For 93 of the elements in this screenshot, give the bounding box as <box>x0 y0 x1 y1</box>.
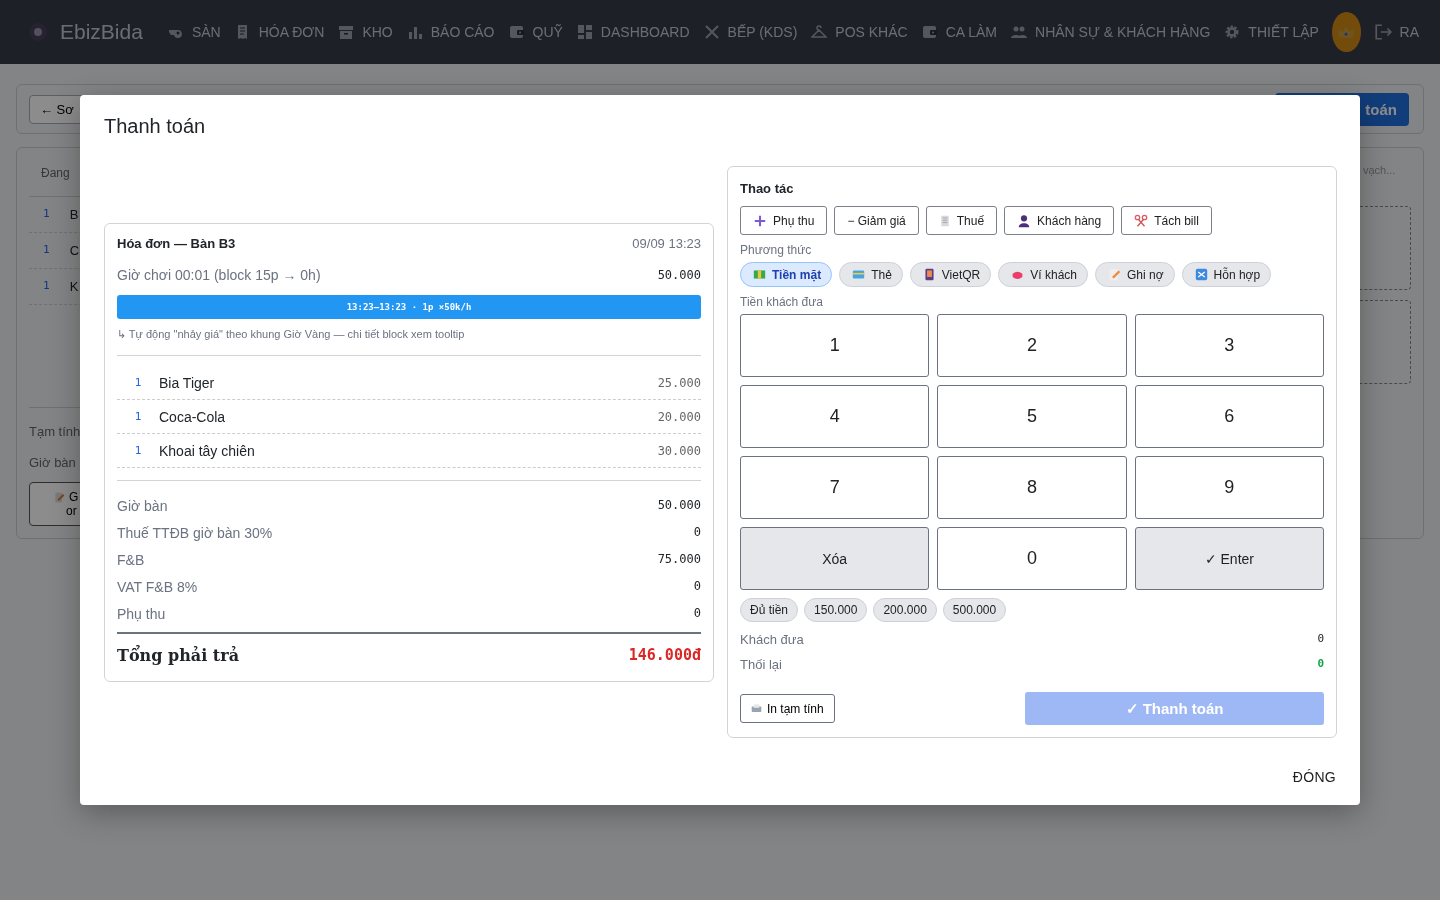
payment-method[interactable]: Ví khách <box>998 262 1088 287</box>
person-icon <box>1017 213 1032 228</box>
action-button[interactable]: Khách hàng <box>1004 206 1115 235</box>
given-amount: 0 <box>1317 632 1324 647</box>
keypad-key[interactable]: 5 <box>937 385 1127 448</box>
subtotal-label: Tạm tính <box>29 424 82 439</box>
action-button[interactable]: Phụ thu <box>740 206 828 235</box>
archive-box-icon <box>338 24 355 40</box>
card-icon <box>852 268 866 281</box>
avatar[interactable] <box>1331 12 1361 52</box>
change-label: Thối lại <box>740 657 782 672</box>
cash-icon <box>753 268 766 281</box>
section-label: Tiền khách đưa <box>740 295 824 309</box>
keypad-key[interactable]: ✓ Enter <box>1134 527 1324 590</box>
logout-icon <box>1373 23 1392 41</box>
item-price: 30.000 <box>657 443 701 458</box>
payment-method[interactable]: Tiền mặt <box>740 262 833 287</box>
dashboard-icon <box>576 24 593 40</box>
plus-icon <box>753 213 767 228</box>
action-button[interactable]: Thuế <box>925 206 998 235</box>
item-name: Coca-Cola <box>159 408 227 425</box>
keypad-key[interactable]: 0 <box>937 527 1127 590</box>
bar-chart-icon <box>406 24 423 40</box>
scissors-icon <box>1134 213 1149 228</box>
summary-label: Phụ thu <box>117 605 166 622</box>
play-time: Giờ chơi 00:01 (block 15p → 0h) <box>117 266 321 283</box>
given-label: Khách đưa <box>740 632 804 647</box>
people-icon <box>1011 24 1028 40</box>
keypad-key[interactable]: 7 <box>740 456 930 519</box>
quantity: 1 <box>43 279 50 294</box>
payment-method[interactable]: Hỗn hợp <box>1181 262 1272 287</box>
item-name: B <box>69 207 79 222</box>
keypad-key[interactable]: Xóa <box>740 527 930 590</box>
printer-icon <box>751 703 762 714</box>
summary-label: F&B <box>117 551 145 568</box>
section-title: Thao tác <box>740 181 795 196</box>
change-amount: 0 <box>1317 657 1324 672</box>
payment-method[interactable]: Ghi nợ <box>1095 262 1175 287</box>
play-amount: 50.000 <box>657 267 701 282</box>
document-icon <box>938 213 951 228</box>
section-label: Phương thức <box>740 243 813 257</box>
quantity: 1 <box>133 410 143 423</box>
summary-label: Giờ bàn <box>117 497 168 514</box>
summary-label: VAT F&B 8% <box>117 578 198 595</box>
wallet-icon <box>921 24 938 40</box>
quick-amount[interactable]: 200.000 <box>873 598 937 622</box>
dialog-title: Thanh toán <box>104 115 207 138</box>
item-price: 25.000 <box>657 375 701 390</box>
gear-icon <box>1224 24 1241 40</box>
table-time-label: Giờ bàn <box>29 455 77 470</box>
quantity: 1 <box>133 376 143 389</box>
memo-icon <box>54 491 65 503</box>
pricing-note: ↳ Tự động "nhảy giá" theo khung Giờ Vàng — chi tiết block xem tooltip <box>117 327 701 356</box>
item-name: Khoai tây chiên <box>159 442 256 459</box>
bill-title: Hóa đơn — Bàn B3 <box>117 235 236 251</box>
wallet-icon <box>508 24 525 40</box>
total-amount: 146.000đ <box>628 646 701 664</box>
quick-amount[interactable]: 150.000 <box>804 598 868 622</box>
print-button[interactable]: In tạm tính <box>740 694 835 723</box>
memo-icon <box>1108 268 1121 281</box>
summary-value: 50.000 <box>657 497 701 514</box>
item-price: 20.000 <box>657 409 701 424</box>
summary-value: 75.000 <box>657 551 701 568</box>
payment-method[interactable]: Thẻ <box>839 262 903 287</box>
keypad-key[interactable]: 4 <box>740 385 930 448</box>
quick-amount[interactable]: 500.000 <box>942 598 1007 622</box>
keypad-key[interactable]: 9 <box>1134 456 1324 519</box>
close-button[interactable]: ĐÓNG <box>1292 765 1336 789</box>
summary-label: Thuế TTĐB giờ bàn 30% <box>117 524 273 541</box>
quick-amount[interactable]: Đủ tiền <box>740 598 799 622</box>
action-button[interactable]: Tách bill <box>1121 206 1212 235</box>
item-name: K <box>69 279 79 294</box>
payment-method[interactable]: VietQR <box>909 262 992 287</box>
item-name: Bia Tiger <box>159 374 216 391</box>
keypad-key[interactable]: 1 <box>740 314 930 377</box>
summary-value: 0 <box>693 524 701 541</box>
brand-name: EbizBida <box>60 20 143 44</box>
bill-time: 09/09 13:23 <box>632 235 701 251</box>
quantity: 1 <box>43 207 50 222</box>
hanger-icon <box>811 24 828 40</box>
billiard-ball-icon <box>28 22 48 42</box>
keypad-key[interactable]: 3 <box>1134 314 1324 377</box>
quantity: 1 <box>133 444 143 457</box>
item-name: C <box>69 243 79 258</box>
total-label: Tổng phải trả <box>117 645 239 665</box>
quantity: 1 <box>43 243 50 258</box>
keypad-key[interactable]: 6 <box>1134 385 1324 448</box>
action-button[interactable]: − Giảm giá <box>834 206 919 235</box>
phone-icon <box>922 268 936 281</box>
keypad-key[interactable]: 8 <box>937 456 1127 519</box>
summary-value: 0 <box>693 578 701 595</box>
summary-value: 0 <box>693 605 701 622</box>
keypad-key[interactable]: 2 <box>937 314 1127 377</box>
